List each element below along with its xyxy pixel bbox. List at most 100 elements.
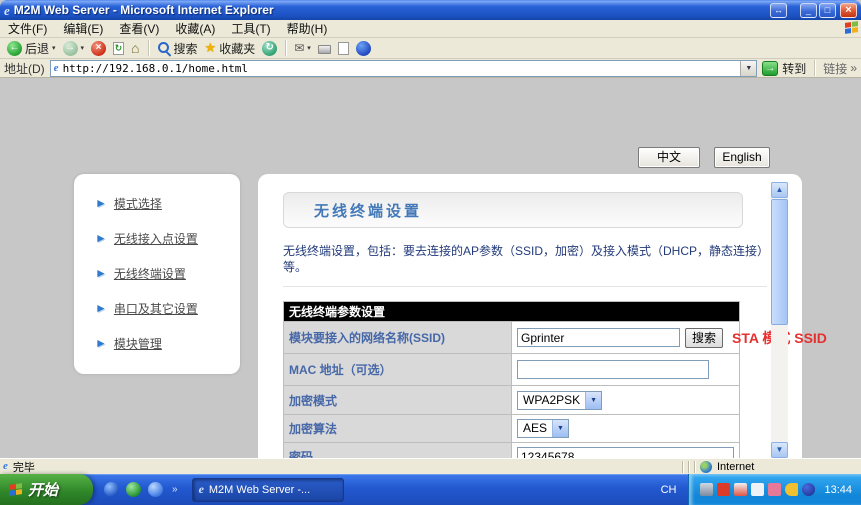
scroll-down-icon[interactable]: ▼ <box>771 442 788 458</box>
page-viewport: 中文 English ► 模式选择 ► 无线接入点设置 ► 无线终端设置 ► 串… <box>0 78 861 458</box>
back-icon: ← <box>7 41 22 56</box>
refresh-button[interactable]: ↻ <box>111 42 126 55</box>
english-language-button[interactable]: English <box>714 147 770 168</box>
sidebar-item-module-management[interactable]: ► 模块管理 <box>95 333 240 353</box>
taskbar: 开始 » e M2M Web Server -... CH 13:44 <box>0 474 861 505</box>
menu-file[interactable]: 文件(F) <box>0 20 55 37</box>
history-button[interactable]: ↻ <box>260 41 279 56</box>
arrow-icon: ► <box>95 231 107 245</box>
menu-favorites[interactable]: 收藏(A) <box>167 20 223 37</box>
password-label: 密码 <box>284 443 512 459</box>
address-label: 地址(D) <box>4 60 45 77</box>
menu-tools[interactable]: 工具(T) <box>223 20 278 37</box>
tray-volume-icon[interactable] <box>785 483 798 496</box>
quick-launch-icon[interactable] <box>148 482 163 497</box>
menu-help[interactable]: 帮助(H) <box>279 20 336 37</box>
sidebar: ► 模式选择 ► 无线接入点设置 ► 无线终端设置 ► 串口及其它设置 ► 模块… <box>74 174 240 374</box>
status-text: 完毕 <box>13 459 35 475</box>
title-bar: e M2M Web Server - Microsoft Internet Ex… <box>0 0 861 20</box>
go-label: 转到 <box>782 60 806 77</box>
tray-icon[interactable] <box>734 483 747 496</box>
vertical-scrollbar[interactable]: ▲ ▼ <box>771 182 788 458</box>
status-bar: e 完毕 Internet <box>0 458 861 474</box>
mail-button[interactable]: ✉ ▾ <box>292 41 313 55</box>
toolbar: ← 后退 ▾ → ▾ × ↻ ⌂ 搜索 ★ 收藏夹 ↻ ✉ <box>0 38 861 59</box>
print-icon <box>318 45 331 54</box>
sidebar-item-ap-settings[interactable]: ► 无线接入点设置 <box>95 228 240 248</box>
menu-view[interactable]: 查看(V) <box>111 20 167 37</box>
address-dropdown-icon[interactable]: ▼ <box>740 61 756 76</box>
mail-icon: ✉ <box>294 41 304 55</box>
forward-button[interactable]: → ▾ <box>61 41 87 56</box>
scroll-up-icon[interactable]: ▲ <box>771 182 788 198</box>
toolbar-separator <box>148 40 149 56</box>
close-button[interactable]: × <box>840 3 857 18</box>
password-input[interactable] <box>517 447 734 458</box>
taskbar-task-button[interactable]: e M2M Web Server -... <box>192 478 344 502</box>
chinese-language-button[interactable]: 中文 <box>638 147 700 168</box>
mac-label: MAC 地址（可选） <box>284 354 512 386</box>
go-button[interactable]: → 转到 <box>762 60 806 77</box>
chevron-down-icon: ▼ <box>585 392 601 409</box>
search-label: 搜索 <box>174 40 198 57</box>
tray-display-icon[interactable] <box>700 483 713 496</box>
tray-icon[interactable] <box>768 483 781 496</box>
browser-window: e M2M Web Server - Microsoft Internet Ex… <box>0 0 861 505</box>
task-ie-icon: e <box>199 483 204 496</box>
links-label: 链接 <box>823 60 847 77</box>
windows-flag-icon <box>9 483 22 496</box>
ie-window-icon: e <box>4 4 10 17</box>
messenger-button[interactable] <box>354 41 373 56</box>
tray-icon[interactable] <box>717 483 730 496</box>
sidebar-item-serial-settings[interactable]: ► 串口及其它设置 <box>95 298 240 318</box>
favorites-button[interactable]: ★ 收藏夹 <box>203 40 258 57</box>
language-indicator[interactable]: CH <box>661 484 677 496</box>
scrollbar-thumb[interactable] <box>771 199 788 325</box>
page-favicon: e <box>54 62 59 75</box>
encryption-mode-select[interactable]: WPA2PSK ▼ <box>517 391 602 410</box>
resize-toggle-button[interactable]: ↔ <box>770 3 787 18</box>
encryption-algorithm-select[interactable]: AES ▼ <box>517 419 569 438</box>
tray-icon[interactable] <box>751 483 764 496</box>
page-title: 无线终端设置 <box>314 200 422 221</box>
links-chevron-icon: » <box>850 61 857 75</box>
quick-launch-chevron-icon[interactable]: » <box>172 484 178 495</box>
restore-button[interactable]: □ <box>819 3 836 18</box>
forward-dropdown-icon: ▾ <box>81 44 85 52</box>
address-bar: 地址(D) e http://192.168.0.1/home.html ▼ →… <box>0 59 861 78</box>
status-page-icon: e <box>3 460 8 473</box>
table-row: 加密算法 AES ▼ <box>284 415 740 443</box>
address-url[interactable]: http://192.168.0.1/home.html <box>63 62 737 75</box>
home-button[interactable]: ⌂ <box>129 41 141 55</box>
content-panel: 无线终端设置 无线终端设置，包括：要去连接的AP参数（SSID，加密）及接入模式… <box>258 174 802 458</box>
tray-icon[interactable] <box>802 483 815 496</box>
menu-edit[interactable]: 编辑(E) <box>55 20 111 37</box>
mac-input[interactable] <box>517 360 709 379</box>
table-row: MAC 地址（可选） <box>284 354 740 386</box>
quick-launch-icon[interactable] <box>126 482 141 497</box>
sidebar-item-sta-settings[interactable]: ► 无线终端设置 <box>95 263 240 283</box>
edit-button[interactable] <box>336 42 351 55</box>
table-row: 密码 <box>284 443 740 459</box>
back-button[interactable]: ← 后退 ▾ <box>5 40 58 57</box>
addressbar-separator <box>814 60 815 76</box>
divider <box>283 286 767 287</box>
system-tray: 13:44 <box>688 474 861 505</box>
search-button[interactable]: 搜索 <box>155 40 200 57</box>
history-icon: ↻ <box>262 41 277 56</box>
search-ap-button[interactable]: 搜索 <box>685 328 723 348</box>
address-input[interactable]: e http://192.168.0.1/home.html ▼ <box>50 60 758 77</box>
minimize-button[interactable]: _ <box>800 3 817 18</box>
page-title-box: 无线终端设置 <box>283 192 743 228</box>
quick-launch: » <box>104 482 178 497</box>
table-row: 模块要接入的网络名称(SSID) 搜索 STA 模式 SSID <box>284 322 740 354</box>
stop-button[interactable]: × <box>89 41 108 56</box>
arrow-icon: ► <box>95 266 107 280</box>
sidebar-item-mode-select[interactable]: ► 模式选择 <box>95 193 240 213</box>
quick-launch-ie-icon[interactable] <box>104 482 119 497</box>
table-header-row: 无线终端参数设置 <box>284 302 740 322</box>
print-button[interactable] <box>316 42 333 54</box>
ssid-input[interactable] <box>517 328 680 347</box>
links-menu[interactable]: 链接 » <box>823 60 857 77</box>
start-button[interactable]: 开始 <box>0 474 93 505</box>
